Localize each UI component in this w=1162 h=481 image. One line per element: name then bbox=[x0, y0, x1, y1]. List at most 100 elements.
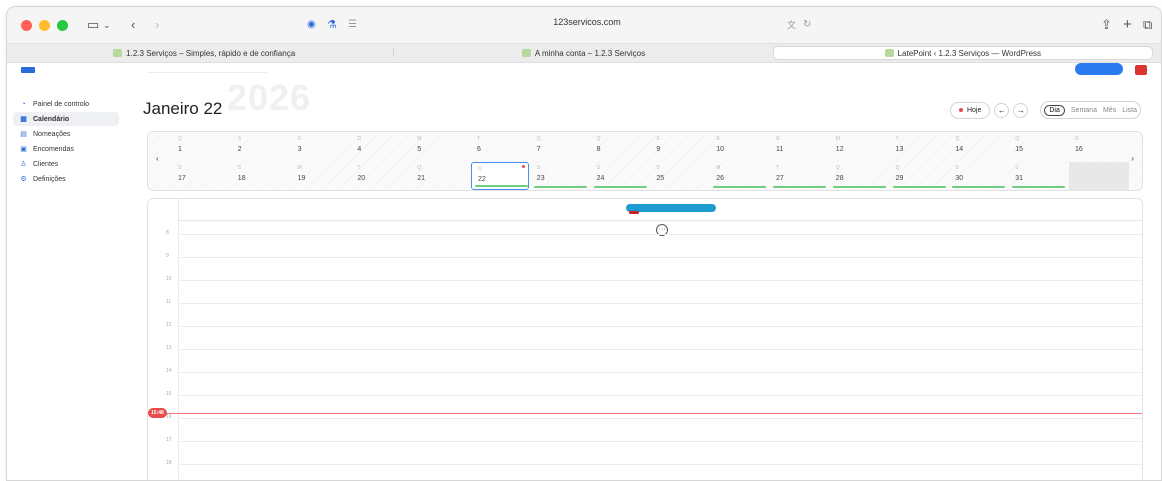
calendar-icon: ▦ bbox=[20, 116, 27, 123]
day-number: 24 bbox=[596, 175, 605, 182]
tab-latepoint[interactable]: LatePoint ‹ 1.2.3 Serviços — WordPress bbox=[772, 46, 1153, 60]
date-cell[interactable]: Q 21 bbox=[411, 162, 469, 190]
date-cell[interactable]: S9 bbox=[650, 133, 708, 161]
weekday-label: M bbox=[417, 136, 422, 142]
sidebar-item-dashboard[interactable]: ◔ Painel de controlo bbox=[13, 97, 119, 111]
date-cell[interactable]: T 27 bbox=[770, 162, 828, 190]
date-cell[interactable]: S 10 bbox=[710, 133, 768, 161]
day-number: 11 bbox=[776, 146, 784, 153]
zoom-window-button[interactable] bbox=[57, 19, 68, 31]
sidebar-item-customers[interactable]: ♙ Clientes bbox=[13, 157, 119, 171]
page-menu-icon[interactable]: ☰ bbox=[348, 16, 357, 34]
notification-icon[interactable] bbox=[1135, 65, 1147, 75]
weekday-label: Q bbox=[835, 165, 840, 171]
date-cell[interactable]: S 31 bbox=[1009, 162, 1067, 190]
tab-overview-icon[interactable]: ⧉ bbox=[1143, 16, 1152, 34]
next-day-button[interactable]: → bbox=[1013, 102, 1029, 118]
hour-row: 14 bbox=[148, 368, 1142, 374]
flask-icon[interactable]: ⚗ bbox=[327, 16, 337, 34]
strip-next-icon[interactable]: › bbox=[1131, 154, 1134, 163]
date-cell[interactable]: S 25 bbox=[650, 162, 708, 190]
reload-icon[interactable]: ↻ bbox=[803, 16, 811, 34]
weekday-label: S bbox=[1075, 136, 1079, 142]
weekday-label: Q bbox=[895, 165, 900, 171]
view-week-button[interactable]: Semana bbox=[1071, 107, 1097, 114]
tab-my-account[interactable]: A minha conta – 1.2.3 Serviços bbox=[394, 46, 772, 60]
view-day-button[interactable]: Dia bbox=[1044, 104, 1065, 116]
favicon-icon bbox=[884, 49, 894, 57]
share-icon[interactable]: ⇪ bbox=[1101, 16, 1112, 34]
day-number: 16 bbox=[1075, 146, 1083, 153]
view-switcher: Dia Semana Mês Lista bbox=[1040, 101, 1141, 119]
agent-avatar-icon bbox=[629, 211, 639, 214]
close-window-button[interactable] bbox=[21, 19, 32, 31]
dashboard-icon: ◔ bbox=[21, 100, 26, 108]
availability-bar bbox=[593, 186, 647, 188]
hour-gridline bbox=[178, 257, 1142, 258]
date-cell[interactable]: M 12 bbox=[830, 133, 888, 161]
date-cell[interactable]: S 18 bbox=[232, 162, 290, 190]
new-appointment-button[interactable] bbox=[1075, 63, 1123, 75]
previous-day-button[interactable]: ← bbox=[994, 102, 1010, 118]
tab-site-home[interactable]: 1.2.3 Serviços – Simples, rápido e de co… bbox=[15, 46, 393, 60]
new-tab-icon[interactable]: + bbox=[1123, 16, 1132, 34]
extension-icon[interactable]: ◉ bbox=[307, 16, 316, 34]
sidebar-item-label: Clientes bbox=[33, 160, 59, 168]
view-list-button[interactable]: Lista bbox=[1122, 107, 1137, 114]
date-cell[interactable]: M 26 bbox=[710, 162, 768, 190]
day-number: 2 bbox=[237, 146, 242, 153]
sidebar-item-label: Painel de controlo bbox=[33, 100, 90, 108]
date-cell[interactable]: S3 bbox=[292, 133, 350, 161]
sidebar-item-label: Nomeações bbox=[33, 130, 71, 138]
strip-prev-icon[interactable]: ‹ bbox=[156, 154, 159, 163]
date-cell[interactable]: M 19 bbox=[292, 162, 350, 190]
date-cell[interactable]: M5 bbox=[411, 133, 469, 161]
search-field[interactable] bbox=[147, 63, 267, 73]
weekday-label: S bbox=[656, 165, 660, 171]
date-cell[interactable]: Q 28 bbox=[830, 162, 888, 190]
today-button[interactable]: Hoje bbox=[949, 101, 991, 119]
hour-row: 10 bbox=[148, 276, 1142, 282]
date-cell[interactable]: Q7 bbox=[531, 133, 589, 161]
date-cell[interactable]: S 24 bbox=[591, 162, 649, 190]
date-cell[interactable]: S 17 bbox=[172, 162, 230, 190]
sidebar-toggle-icon[interactable]: ▭ bbox=[87, 16, 99, 34]
date-cell[interactable]: Q 15 bbox=[1009, 133, 1067, 161]
date-cell[interactable]: S2 bbox=[232, 133, 290, 161]
date-cell[interactable]: S 11 bbox=[770, 133, 828, 161]
translate-icon[interactable]: 文 bbox=[787, 16, 796, 34]
hour-row: 18 bbox=[148, 460, 1142, 466]
date-cell[interactable]: Q 29 bbox=[890, 162, 948, 190]
date-cell[interactable]: D4 bbox=[351, 133, 409, 161]
weekday-label: Q bbox=[417, 165, 422, 171]
hour-label: 10 bbox=[166, 276, 172, 282]
availability-bar bbox=[952, 186, 1006, 188]
forward-icon[interactable]: › bbox=[155, 16, 159, 34]
hour-gridline bbox=[178, 441, 1142, 442]
chevron-down-icon[interactable]: ⌄ bbox=[103, 16, 111, 34]
sidebar-item-appointments[interactable]: ▤ Nomeações bbox=[13, 127, 119, 141]
date-cell[interactable]: S 16 bbox=[1069, 133, 1127, 161]
day-number: 19 bbox=[297, 175, 306, 182]
hour-row: 13 bbox=[148, 345, 1142, 351]
date-cell[interactable]: Q 14 bbox=[949, 133, 1007, 161]
date-cell[interactable]: T6 bbox=[471, 133, 529, 161]
back-icon[interactable]: ‹ bbox=[131, 16, 135, 34]
day-number: 8 bbox=[596, 146, 601, 153]
minimize-window-button[interactable] bbox=[39, 19, 50, 31]
sidebar-item-orders[interactable]: ▣ Encomendas bbox=[13, 142, 119, 156]
view-month-button[interactable]: Mês bbox=[1103, 107, 1116, 114]
weekday-label: S bbox=[716, 136, 720, 142]
date-cell[interactable]: Q 22 bbox=[471, 162, 529, 190]
day-number: 31 bbox=[1015, 175, 1023, 182]
date-cell[interactable]: T 20 bbox=[351, 162, 409, 190]
favicon-icon bbox=[521, 49, 531, 57]
address-bar[interactable]: 123servicos.com bbox=[527, 17, 647, 27]
date-cell[interactable]: S 30 bbox=[949, 162, 1007, 190]
sidebar-item-settings[interactable]: ⚙ Definições bbox=[13, 172, 119, 186]
sidebar-item-calendar[interactable]: ▦ Calendário bbox=[13, 112, 119, 126]
date-cell[interactable]: T 13 bbox=[890, 133, 948, 161]
date-cell[interactable]: Q8 bbox=[591, 133, 649, 161]
date-cell[interactable]: S 23 bbox=[531, 162, 589, 190]
date-cell[interactable]: Q1 bbox=[172, 133, 230, 161]
